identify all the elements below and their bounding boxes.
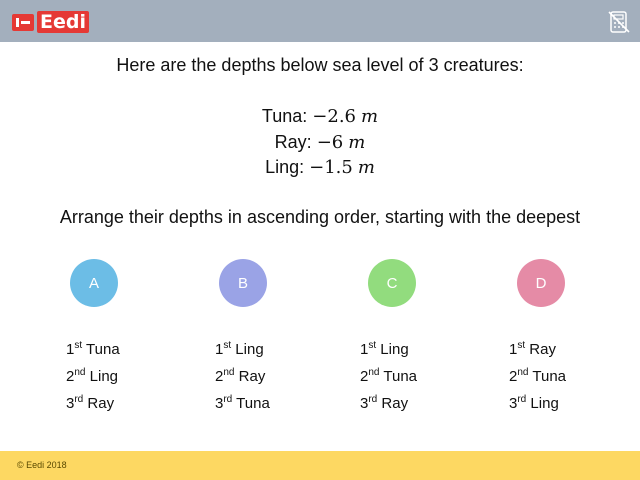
depth-unit: m xyxy=(361,106,379,127)
creature-name: Ling: xyxy=(265,157,305,177)
order-row: 2nd Ray xyxy=(215,367,266,385)
creature-depth-tuna: Tuna: −2.6 m xyxy=(0,106,640,127)
order-row: 1st Ling xyxy=(360,340,409,358)
depth-unit: m xyxy=(348,132,366,153)
order-row: 3rd Ling xyxy=(509,394,559,412)
depth-value: −2.6 xyxy=(312,106,356,127)
creature-depth-ray: Ray: −6 m xyxy=(0,132,640,153)
option-c-button[interactable]: C xyxy=(368,259,416,307)
depth-unit: m xyxy=(357,157,375,178)
order-row: 1st Tuna xyxy=(66,340,120,358)
question-task: Arrange their depths in ascending order,… xyxy=(59,207,581,227)
creature-name: Tuna: xyxy=(261,106,308,126)
order-row: 2nd Ling xyxy=(66,367,118,385)
creature-depth-ling: Ling: −1.5 m xyxy=(0,157,640,178)
logo-icon xyxy=(12,13,34,31)
order-row: 3rd Ray xyxy=(360,394,409,412)
order-row: 1st Ray xyxy=(509,340,556,358)
option-d-button[interactable]: D xyxy=(517,259,565,307)
order-row: 2nd Tuna xyxy=(509,367,567,385)
depth-value: −1.5 xyxy=(309,157,353,178)
eedi-logo[interactable]: Eedi xyxy=(12,11,89,33)
order-row: 3rd Ray xyxy=(66,394,115,412)
no-calculator-icon xyxy=(608,11,630,33)
depth-value: −6 xyxy=(316,132,344,153)
copyright-text: © Eedi 2018 xyxy=(17,460,67,470)
footer-bar: © Eedi 2018 xyxy=(0,451,640,480)
order-row: 3rd Tuna xyxy=(215,394,270,412)
creature-name: Ray: xyxy=(274,132,312,152)
logo-text: Eedi xyxy=(37,11,89,33)
option-a-button[interactable]: A xyxy=(70,259,118,307)
option-b-button[interactable]: B xyxy=(219,259,267,307)
top-bar: Eedi xyxy=(0,0,640,42)
order-row: 2nd Tuna xyxy=(360,367,418,385)
order-row: 1st Ling xyxy=(215,340,264,358)
question-intro: Here are the depths below sea level of 3… xyxy=(116,55,524,75)
